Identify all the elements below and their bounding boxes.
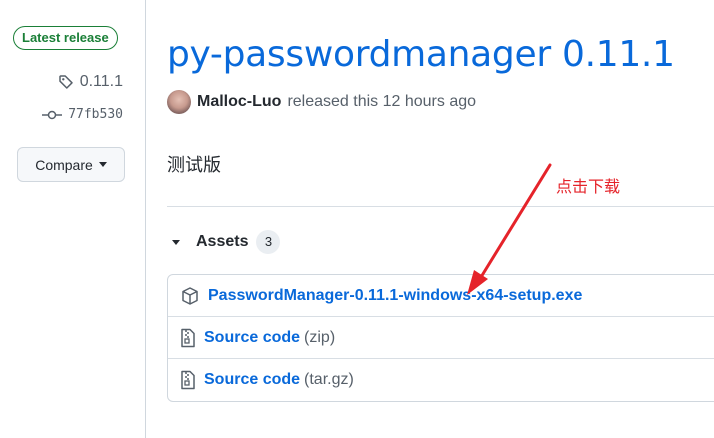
assets-toggle[interactable]: Assets 3 [172, 230, 281, 254]
released-text: released this 12 hours ago [287, 93, 477, 110]
release-notes: 测试版 [167, 155, 221, 176]
file-zip-icon [181, 328, 195, 347]
asset-link[interactable]: Source code (tar.gz) [204, 371, 354, 389]
release-title[interactable]: py-passwordmanager 0.11.1 [167, 34, 675, 75]
avatar[interactable] [167, 90, 191, 114]
compare-button[interactable]: Compare [17, 147, 125, 182]
tag-link[interactable]: 0.11.1 [58, 73, 123, 91]
latest-release-badge: Latest release [13, 26, 118, 50]
release-byline: Malloc-Luo released this 12 hours ago [167, 90, 476, 114]
file-zip-icon [181, 370, 195, 390]
asset-name: Source code [204, 328, 301, 346]
divider [167, 206, 714, 207]
asset-row[interactable]: Source code (zip) [168, 317, 714, 359]
asset-row[interactable]: Source code (tar.gz) [168, 359, 714, 401]
asset-link[interactable]: PasswordManager-0.11.1-windows-x64-setup… [208, 287, 582, 305]
asset-suffix: (tar.gz) [304, 371, 354, 388]
asset-row[interactable]: PasswordManager-0.11.1-windows-x64-setup… [168, 275, 714, 317]
tag-name: 0.11.1 [79, 73, 123, 90]
git-commit-icon [42, 110, 63, 119]
annotation-text: 点击下载 [556, 177, 621, 196]
asset-name: Source code [204, 371, 301, 388]
asset-suffix: (zip) [304, 328, 336, 346]
asset-link[interactable]: Source code (zip) [204, 329, 335, 347]
package-icon [182, 286, 198, 305]
tag-icon [58, 75, 73, 89]
commit-link[interactable]: 77fb530 [42, 107, 123, 122]
assets-heading: Assets [196, 233, 249, 250]
commit-sha: 77fb530 [68, 107, 123, 122]
triangle-down-icon [172, 239, 180, 245]
compare-label: Compare [35, 156, 93, 173]
author-link[interactable]: Malloc-Luo [197, 93, 281, 111]
release-sidebar: Latest release 0.11.1 77fb530 Compare [0, 0, 146, 438]
asset-list: PasswordManager-0.11.1-windows-x64-setup… [167, 274, 714, 402]
assets-count-badge: 3 [256, 230, 281, 254]
chevron-down-icon [98, 162, 107, 167]
